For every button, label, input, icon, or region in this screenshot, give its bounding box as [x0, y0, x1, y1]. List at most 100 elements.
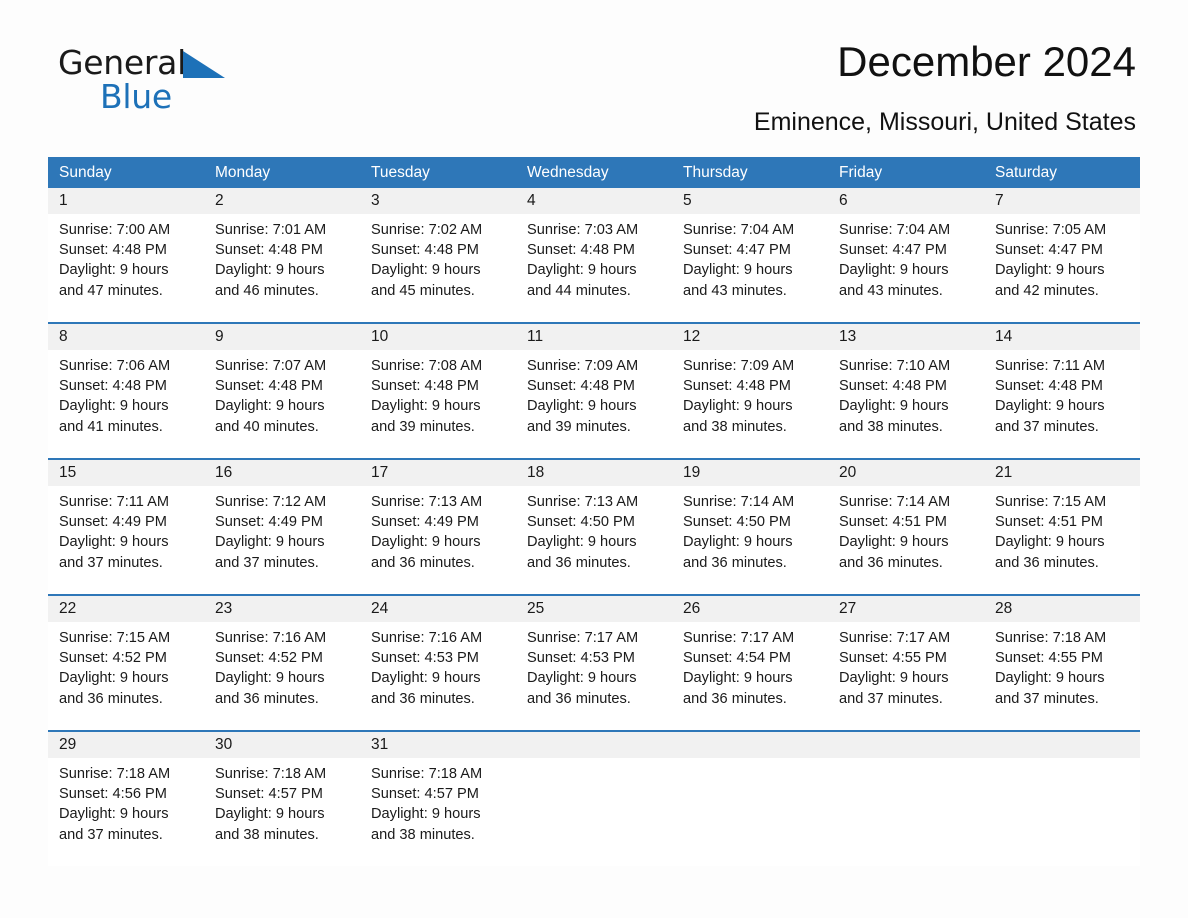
day-number: 20: [839, 464, 857, 481]
day-number: 28: [995, 600, 1013, 617]
calendar-day-cell[interactable]: 31 Sunrise: 7:18 AM Sunset: 4:57 PM Dayligh…: [360, 732, 516, 866]
calendar-day-cell[interactable]: 2 Sunrise: 7:01 AM Sunset: 4:48 PM Daylight…: [204, 188, 360, 322]
calendar-week-row: 8 Sunrise: 7:06 AM Sunset: 4:48 PM Daylight…: [48, 322, 1140, 458]
day-details: Sunrise: 7:04 AM Sunset: 4:47 PM Daylight:…: [683, 214, 818, 301]
day-number: 24: [371, 600, 389, 617]
day-detail-line: Sunset: 4:52 PM: [215, 650, 323, 667]
day-detail-line: Sunset: 4:55 PM: [995, 650, 1103, 667]
day-details: Sunrise: 7:18 AM Sunset: 4:57 PM Daylight:…: [215, 758, 350, 845]
day-number: [995, 732, 1130, 758]
calendar-day-cell[interactable]: 4 Sunrise: 7:03 AM Sunset: 4:48 PM Daylight…: [516, 188, 672, 322]
day-detail-line: Sunrise: 7:00 AM: [59, 222, 171, 238]
day-detail-line: and 36 minutes.: [527, 690, 631, 707]
calendar-day-cell[interactable]: 30 Sunrise: 7:18 AM Sunset: 4:57 PM Dayligh…: [204, 732, 360, 866]
day-detail-line: Sunrise: 7:09 AM: [683, 358, 795, 374]
day-detail-line: Sunrise: 7:18 AM: [371, 766, 483, 782]
day-detail-line: Daylight: 9 hours: [683, 670, 793, 687]
day-detail-line: Daylight: 9 hours: [839, 262, 949, 279]
day-detail-line: Daylight: 9 hours: [59, 670, 169, 687]
calendar-week-row: 15 Sunrise: 7:11 AM Sunset: 4:49 PM Dayligh…: [48, 458, 1140, 594]
day-number: 5: [683, 192, 692, 209]
day-details: Sunrise: 7:16 AM Sunset: 4:52 PM Daylight:…: [215, 622, 350, 709]
calendar-day-cell[interactable]: 20 Sunrise: 7:14 AM Sunset: 4:51 PM Dayligh…: [828, 460, 984, 594]
day-detail-line: Sunset: 4:53 PM: [527, 650, 635, 667]
day-detail-line: Sunset: 4:52 PM: [59, 650, 167, 667]
page-header: General Blue December 2024 Eminence, Mis…: [48, 0, 1140, 136]
general-blue-logo: General Blue: [58, 46, 225, 113]
day-detail-line: Daylight: 9 hours: [215, 262, 325, 279]
calendar-day-cell[interactable]: 26 Sunrise: 7:17 AM Sunset: 4:54 PM Dayligh…: [672, 596, 828, 730]
day-detail-line: Daylight: 9 hours: [215, 806, 325, 823]
day-number: 13: [839, 328, 857, 345]
day-detail-line: Daylight: 9 hours: [839, 670, 949, 687]
calendar-day-cell[interactable]: 27 Sunrise: 7:17 AM Sunset: 4:55 PM Dayligh…: [828, 596, 984, 730]
calendar-day-cell[interactable]: 11 Sunrise: 7:09 AM Sunset: 4:48 PM Dayligh…: [516, 324, 672, 458]
day-details: [683, 758, 818, 764]
calendar-day-cell[interactable]: 12 Sunrise: 7:09 AM Sunset: 4:48 PM Dayligh…: [672, 324, 828, 458]
day-detail-line: Daylight: 9 hours: [371, 534, 481, 551]
day-detail-line: and 39 minutes.: [371, 418, 475, 435]
calendar-day-cell[interactable]: 19 Sunrise: 7:14 AM Sunset: 4:50 PM Dayligh…: [672, 460, 828, 594]
day-number: 23: [215, 600, 233, 617]
day-number: 8: [59, 328, 68, 345]
calendar-day-cell[interactable]: 15 Sunrise: 7:11 AM Sunset: 4:49 PM Dayligh…: [48, 460, 204, 594]
calendar-day-cell[interactable]: 18 Sunrise: 7:13 AM Sunset: 4:50 PM Dayligh…: [516, 460, 672, 594]
calendar-day-cell[interactable]: 8 Sunrise: 7:06 AM Sunset: 4:48 PM Daylight…: [48, 324, 204, 458]
calendar-day-cell[interactable]: 25 Sunrise: 7:17 AM Sunset: 4:53 PM Dayligh…: [516, 596, 672, 730]
day-detail-line: and 36 minutes.: [215, 690, 319, 707]
calendar-day-cell[interactable]: 3 Sunrise: 7:02 AM Sunset: 4:48 PM Daylight…: [360, 188, 516, 322]
calendar-day-cell[interactable]: 17 Sunrise: 7:13 AM Sunset: 4:49 PM Dayligh…: [360, 460, 516, 594]
weekday-header-tuesday: Tuesday: [371, 164, 430, 181]
day-detail-line: and 39 minutes.: [527, 418, 631, 435]
day-detail-line: Sunset: 4:49 PM: [59, 514, 167, 531]
day-details: Sunrise: 7:11 AM Sunset: 4:49 PM Daylight:…: [59, 486, 194, 573]
day-detail-line: Daylight: 9 hours: [995, 670, 1105, 687]
calendar-day-cell[interactable]: 29 Sunrise: 7:18 AM Sunset: 4:56 PM Dayligh…: [48, 732, 204, 866]
calendar-day-cell[interactable]: 28 Sunrise: 7:18 AM Sunset: 4:55 PM Dayligh…: [984, 596, 1140, 730]
logo-bottom-row: Blue: [58, 80, 225, 113]
day-detail-line: Sunset: 4:49 PM: [371, 514, 479, 531]
calendar-week-row: 22 Sunrise: 7:15 AM Sunset: 4:52 PM Dayligh…: [48, 594, 1140, 730]
calendar-day-cell[interactable]: 7 Sunrise: 7:05 AM Sunset: 4:47 PM Daylight…: [984, 188, 1140, 322]
day-number: 29: [59, 736, 77, 753]
weekday-header-sunday: Sunday: [59, 164, 112, 181]
day-detail-line: and 36 minutes.: [995, 554, 1099, 571]
day-detail-line: Daylight: 9 hours: [839, 534, 949, 551]
day-detail-line: Sunset: 4:48 PM: [527, 242, 635, 259]
calendar-day-cell[interactable]: 16 Sunrise: 7:12 AM Sunset: 4:49 PM Dayligh…: [204, 460, 360, 594]
day-detail-line: Sunset: 4:48 PM: [995, 378, 1103, 395]
day-detail-line: Sunset: 4:48 PM: [215, 242, 323, 259]
calendar-day-cell[interactable]: 21 Sunrise: 7:15 AM Sunset: 4:51 PM Dayligh…: [984, 460, 1140, 594]
calendar-day-cell[interactable]: 9 Sunrise: 7:07 AM Sunset: 4:48 PM Daylight…: [204, 324, 360, 458]
day-number: [839, 732, 974, 758]
day-number: 7: [995, 192, 1004, 209]
calendar-day-cell[interactable]: 6 Sunrise: 7:04 AM Sunset: 4:47 PM Daylight…: [828, 188, 984, 322]
calendar-day-cell[interactable]: 22 Sunrise: 7:15 AM Sunset: 4:52 PM Dayligh…: [48, 596, 204, 730]
day-details: Sunrise: 7:09 AM Sunset: 4:48 PM Daylight:…: [683, 350, 818, 437]
calendar-day-cell[interactable]: 13 Sunrise: 7:10 AM Sunset: 4:48 PM Dayligh…: [828, 324, 984, 458]
day-detail-line: and 36 minutes.: [683, 690, 787, 707]
calendar-day-cell[interactable]: 24 Sunrise: 7:16 AM Sunset: 4:53 PM Dayligh…: [360, 596, 516, 730]
calendar-day-cell[interactable]: 23 Sunrise: 7:16 AM Sunset: 4:52 PM Dayligh…: [204, 596, 360, 730]
day-detail-line: and 43 minutes.: [683, 282, 787, 299]
day-detail-line: Sunset: 4:48 PM: [59, 378, 167, 395]
weekday-header-thursday: Thursday: [683, 164, 748, 181]
day-detail-line: Daylight: 9 hours: [371, 806, 481, 823]
day-number: 10: [371, 328, 389, 345]
day-detail-line: Sunset: 4:48 PM: [371, 242, 479, 259]
day-detail-line: Daylight: 9 hours: [215, 670, 325, 687]
calendar-week-grid: 15 Sunrise: 7:11 AM Sunset: 4:49 PM Dayligh…: [48, 460, 1140, 594]
day-detail-line: Sunrise: 7:13 AM: [371, 494, 483, 510]
day-details: Sunrise: 7:05 AM Sunset: 4:47 PM Daylight:…: [995, 214, 1130, 301]
day-details: [527, 758, 662, 764]
day-detail-line: Daylight: 9 hours: [371, 398, 481, 415]
calendar-week-grid: 8 Sunrise: 7:06 AM Sunset: 4:48 PM Daylight…: [48, 324, 1140, 458]
day-number: 4: [527, 192, 536, 209]
calendar-day-cell[interactable]: 14 Sunrise: 7:11 AM Sunset: 4:48 PM Dayligh…: [984, 324, 1140, 458]
day-details: Sunrise: 7:14 AM Sunset: 4:50 PM Daylight:…: [683, 486, 818, 573]
day-number: 30: [215, 736, 233, 753]
day-detail-line: Sunrise: 7:17 AM: [683, 630, 795, 646]
calendar-day-cell[interactable]: 1 Sunrise: 7:00 AM Sunset: 4:48 PM Daylight…: [48, 188, 204, 322]
calendar-day-cell[interactable]: 5 Sunrise: 7:04 AM Sunset: 4:47 PM Daylight…: [672, 188, 828, 322]
calendar-day-cell[interactable]: 10 Sunrise: 7:08 AM Sunset: 4:48 PM Dayligh…: [360, 324, 516, 458]
